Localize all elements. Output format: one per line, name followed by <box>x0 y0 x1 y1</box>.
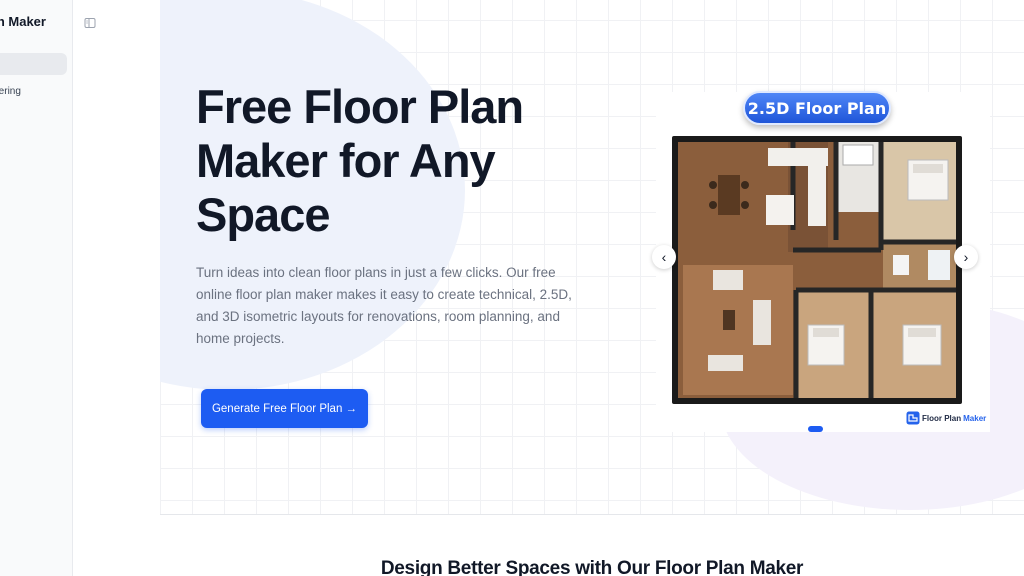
brand-name[interactable]: lan Maker <box>0 14 46 29</box>
floor-plan-logo-icon <box>906 411 920 425</box>
sidebar: lan Maker endering sign <box>0 0 73 576</box>
sidebar-toggle-icon <box>84 18 96 28</box>
page: lan Maker endering sign Free Floor Plan … <box>0 0 1024 576</box>
carousel-next-button[interactable]: › <box>954 245 978 269</box>
carousel-prev-button[interactable]: ‹ <box>652 245 676 269</box>
sidebar-toggle-button[interactable] <box>81 14 99 32</box>
floor-plan-image <box>672 136 962 404</box>
watermark-text: Floor Plan <box>922 413 962 423</box>
hero-description: Turn ideas into clean floor plans in jus… <box>196 265 572 346</box>
sidebar-item-active[interactable] <box>0 53 67 75</box>
chevron-left-icon: ‹ <box>661 249 667 265</box>
watermark-accent: Maker <box>963 413 987 423</box>
section-heading: Design Better Spaces with Our Floor Plan… <box>380 558 804 576</box>
hero-title: Free Floor Plan Maker for Any Space <box>196 80 524 241</box>
floor-plan-type-badge: 2.5D Floor Plan <box>743 91 891 125</box>
section-divider <box>160 514 1024 515</box>
sidebar-item-rendering[interactable]: endering <box>0 86 21 97</box>
generate-floor-plan-button[interactable]: Generate Free Floor Plan → <box>201 389 368 428</box>
chevron-right-icon: › <box>963 249 969 265</box>
carousel-dot-active[interactable] <box>808 426 823 432</box>
watermark-logo: Floor Plan Maker <box>906 410 986 426</box>
